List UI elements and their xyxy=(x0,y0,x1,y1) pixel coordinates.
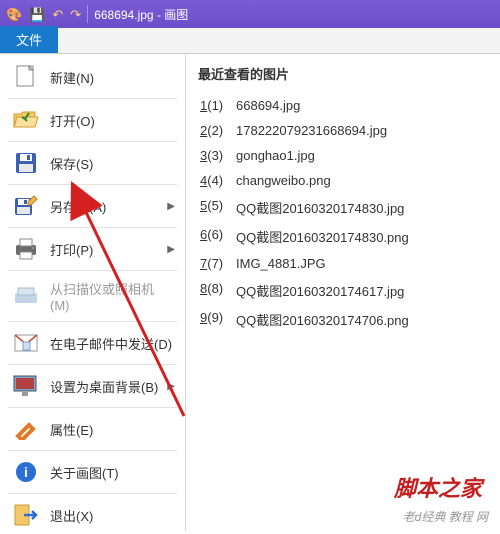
save-icon xyxy=(12,150,40,176)
menu-label: 保存(S) xyxy=(50,154,93,173)
menu-from-scanner: 从扫描仪或照相机(M) xyxy=(0,273,185,319)
menu-print[interactable]: 打印(P) ▶ xyxy=(0,230,185,268)
separator xyxy=(8,98,177,99)
exit-icon xyxy=(12,502,40,528)
redo-icon[interactable]: ↷ xyxy=(70,8,81,21)
properties-icon xyxy=(12,416,40,442)
chevron-right-icon: ▶ xyxy=(167,381,175,392)
chevron-right-icon: ▶ xyxy=(167,244,175,255)
menu-new[interactable]: 新建(N) xyxy=(0,58,185,96)
separator xyxy=(8,321,177,322)
undo-icon[interactable]: ↶ xyxy=(52,8,63,21)
recent-file-item[interactable]: 7(7)IMG_4881.JPG xyxy=(198,251,488,276)
watermark-text: 脚本之家 xyxy=(394,471,482,503)
save-as-icon xyxy=(12,193,40,219)
separator xyxy=(87,5,88,23)
menu-label: 设置为桌面背景(B) xyxy=(50,377,158,396)
menu-label: 退出(X) xyxy=(50,506,93,525)
separator xyxy=(8,141,177,142)
recent-file-item[interactable]: 2(2)178222079231668694.jpg xyxy=(198,118,488,143)
separator xyxy=(8,184,177,185)
menu-open[interactable]: 打开(O) xyxy=(0,101,185,139)
save-icon[interactable]: 💾 xyxy=(29,8,45,21)
info-icon: i xyxy=(12,459,40,485)
titlebar: 🎨 💾 ↶ ↷ 668694.jpg - 画图 xyxy=(0,0,500,28)
email-icon xyxy=(12,330,40,356)
svg-text:i: i xyxy=(24,464,28,480)
separator xyxy=(8,407,177,408)
file-menu-panel: 新建(N) 打开(O) 保存(S) 另存为(A) ▶ 打印(P) ▶ 从扫描仪或… xyxy=(0,54,500,531)
file-tab[interactable]: 文件 xyxy=(0,26,58,53)
menu-properties[interactable]: 属性(E) xyxy=(0,410,185,448)
recent-file-item[interactable]: 6(6)QQ截图20160320174830.png xyxy=(198,222,488,251)
recent-file-item[interactable]: 5(5)QQ截图20160320174830.jpg xyxy=(198,193,488,222)
separator xyxy=(8,450,177,451)
recent-files-panel: 最近查看的图片 1(1)668694.jpg2(2)17822207923166… xyxy=(186,54,500,531)
menu-label: 打开(O) xyxy=(50,111,95,130)
new-file-icon xyxy=(12,64,40,90)
quick-access-toolbar: 🎨 💾 ↶ ↷ xyxy=(6,8,81,21)
menu-label: 从扫描仪或照相机(M) xyxy=(50,279,173,313)
file-menu-list: 新建(N) 打开(O) 保存(S) 另存为(A) ▶ 打印(P) ▶ 从扫描仪或… xyxy=(0,54,186,531)
separator xyxy=(8,493,177,494)
window-title: 668694.jpg - 画图 xyxy=(94,6,188,23)
recent-files-title: 最近查看的图片 xyxy=(198,64,488,83)
separator xyxy=(8,270,177,271)
open-folder-icon xyxy=(12,107,40,133)
printer-icon xyxy=(12,236,40,262)
menu-label: 新建(N) xyxy=(50,68,94,87)
menu-save[interactable]: 保存(S) xyxy=(0,144,185,182)
separator xyxy=(8,227,177,228)
recent-file-item[interactable]: 4(4)changweibo.png xyxy=(198,168,488,193)
menu-send-email[interactable]: 在电子邮件中发送(D) xyxy=(0,324,185,362)
ribbon-tabbar: 文件 xyxy=(0,28,500,54)
menu-exit[interactable]: 退出(X) xyxy=(0,496,185,534)
chevron-right-icon: ▶ xyxy=(167,201,175,212)
separator xyxy=(8,364,177,365)
menu-set-wallpaper[interactable]: 设置为桌面背景(B) ▶ xyxy=(0,367,185,405)
menu-label: 另存为(A) xyxy=(50,197,106,216)
recent-file-item[interactable]: 9(9)QQ截图20160320174706.png xyxy=(198,305,488,334)
menu-save-as[interactable]: 另存为(A) ▶ xyxy=(0,187,185,225)
menu-label: 打印(P) xyxy=(50,240,93,259)
recent-file-item[interactable]: 3(3)gonghao1.jpg xyxy=(198,143,488,168)
menu-label: 关于画图(T) xyxy=(50,463,119,482)
recent-file-item[interactable]: 1(1)668694.jpg xyxy=(198,93,488,118)
menu-about[interactable]: i 关于画图(T) xyxy=(0,453,185,491)
menu-label: 属性(E) xyxy=(50,420,93,439)
scanner-icon xyxy=(12,283,40,309)
recent-file-item[interactable]: 8(8)QQ截图20160320174617.jpg xyxy=(198,276,488,305)
menu-label: 在电子邮件中发送(D) xyxy=(50,334,172,353)
desktop-icon xyxy=(12,373,40,399)
app-icon: 🎨 xyxy=(6,8,22,21)
recent-files-list: 1(1)668694.jpg2(2)178222079231668694.jpg… xyxy=(198,93,488,334)
watermark-subtext: 老d经典 教程 网 xyxy=(403,508,488,525)
